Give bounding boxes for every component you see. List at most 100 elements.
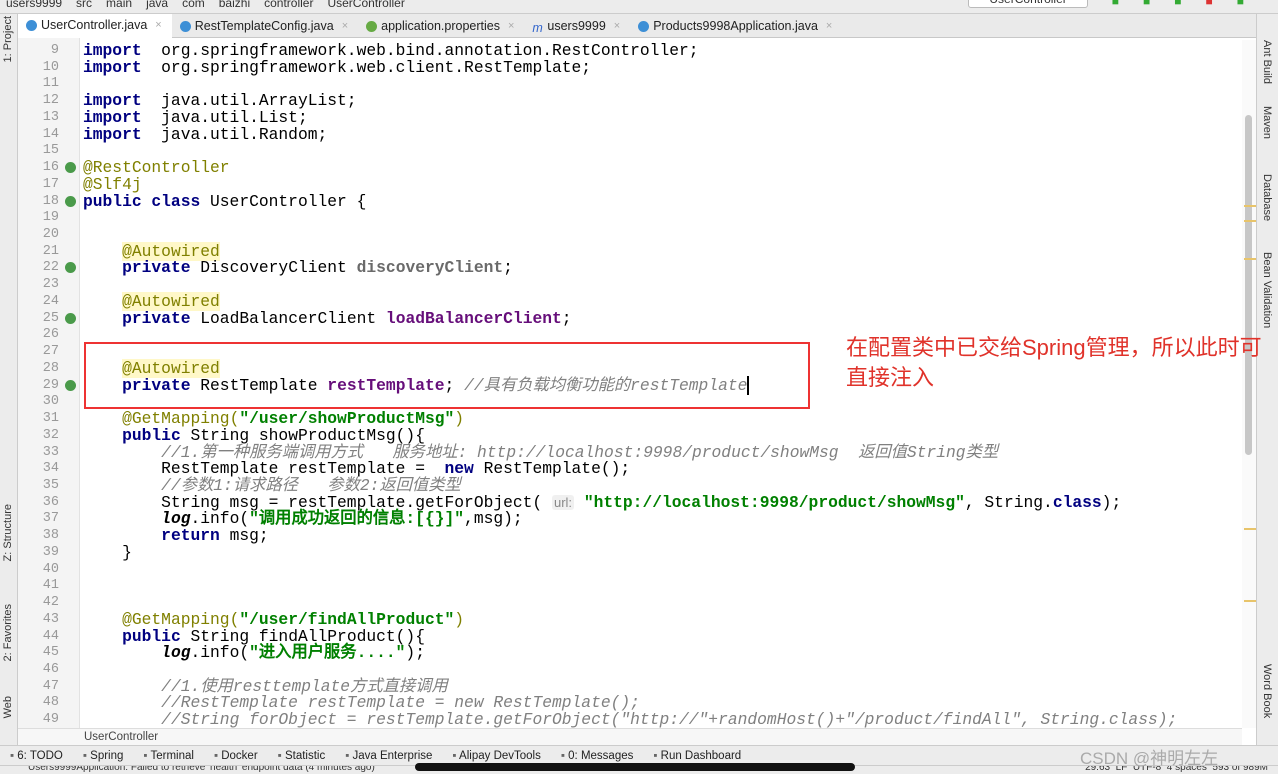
close-tab-icon[interactable]: × bbox=[508, 20, 514, 32]
run-icon[interactable]: ■ bbox=[1112, 0, 1119, 7]
tool-window-bean-validation[interactable]: Bean Validation bbox=[1261, 252, 1273, 328]
coverage-icon[interactable]: ■ bbox=[1174, 0, 1181, 7]
line-number: 24 bbox=[42, 293, 59, 309]
tool-window--project[interactable]: 1: Project bbox=[2, 16, 14, 62]
tab-users9999[interactable]: m users9999 × bbox=[524, 14, 630, 38]
line-number: 23 bbox=[42, 277, 59, 293]
code-breadcrumb[interactable]: UserController bbox=[18, 728, 1242, 745]
line-number: 21 bbox=[42, 243, 59, 259]
tool-window-database[interactable]: Database bbox=[1261, 174, 1273, 221]
code-token: ; bbox=[503, 258, 513, 278]
code-line: public class UserController { bbox=[83, 193, 1241, 210]
search-icon[interactable]: ■ bbox=[1237, 0, 1244, 7]
tab-label: Products9998Application.java bbox=[653, 19, 818, 33]
tool-window-statistic[interactable]: Statistic bbox=[278, 750, 325, 762]
scrollbar-thumb[interactable] bbox=[1245, 115, 1252, 455]
breadcrumb-item[interactable]: main bbox=[106, 0, 132, 10]
tab-label: RestTemplateConfig.java bbox=[194, 19, 334, 33]
annotation-note: 在配置类中已交给Spring管理，所以此时可直接注入 bbox=[846, 335, 1262, 390]
spring-bean-icon[interactable] bbox=[65, 162, 76, 174]
code-line: //参数1:请求路径 参数2:返回值类型 bbox=[83, 477, 1241, 494]
tool-window-docker[interactable]: Docker bbox=[214, 750, 257, 762]
tool-window-z-structure[interactable]: Z: Structure bbox=[2, 504, 14, 561]
code-line: import java.util.ArrayList; bbox=[83, 92, 1241, 109]
tab-label: users9999 bbox=[547, 19, 606, 33]
tool-window-spring[interactable]: Spring bbox=[83, 750, 123, 762]
close-tab-icon[interactable]: × bbox=[342, 20, 348, 32]
run-config-select[interactable]: UserController bbox=[968, 0, 1088, 8]
close-tab-icon[interactable]: × bbox=[614, 20, 620, 32]
line-number: 31 bbox=[42, 411, 59, 427]
line-number: 15 bbox=[42, 143, 59, 159]
code-token: } bbox=[83, 542, 132, 562]
code-token: "进入用户服务...." bbox=[249, 643, 406, 663]
code-token: import bbox=[83, 124, 142, 144]
spring-bean-icon[interactable] bbox=[65, 262, 76, 274]
breadcrumb-item[interactable]: UserController bbox=[327, 0, 404, 10]
maven-icon: m bbox=[532, 20, 543, 35]
spring-bean-icon[interactable] bbox=[65, 195, 76, 207]
watermark: CSDN @神明左左 bbox=[1080, 749, 1219, 768]
line-number: 26 bbox=[42, 327, 59, 343]
warning-marker[interactable] bbox=[1244, 220, 1256, 222]
tool-window-word-book[interactable]: Word Book bbox=[1261, 664, 1273, 718]
code-line: public String findAllProduct(){ bbox=[83, 628, 1241, 645]
memory-indicator[interactable]: 593 of 989M bbox=[1212, 766, 1268, 773]
tool-window-ant-build[interactable]: Ant Build bbox=[1261, 40, 1273, 84]
tool-window-terminal[interactable]: Terminal bbox=[143, 750, 193, 762]
code-token: RestTemplate(); bbox=[473, 459, 631, 479]
line-number: 10 bbox=[42, 59, 59, 75]
tab-resttemplateconfig-java[interactable]: RestTemplateConfig.java × bbox=[172, 14, 358, 38]
tool-window-0-messages[interactable]: 0: Messages bbox=[561, 750, 633, 762]
line-number: 11 bbox=[42, 76, 59, 92]
close-tab-icon[interactable]: × bbox=[826, 20, 832, 32]
close-tab-icon[interactable]: × bbox=[155, 19, 161, 31]
line-number: 27 bbox=[42, 344, 59, 360]
code-line: import java.util.Random; bbox=[83, 126, 1241, 143]
code-line: @GetMapping("/user/findAllProduct") bbox=[83, 611, 1241, 628]
code-line: @RestController bbox=[83, 159, 1241, 176]
warning-marker[interactable] bbox=[1244, 528, 1256, 530]
breadcrumb-item[interactable]: baizhi bbox=[219, 0, 250, 10]
tool-window-run-dashboard[interactable]: Run Dashboard bbox=[653, 750, 742, 762]
breadcrumb-item[interactable]: src bbox=[76, 0, 92, 10]
breadcrumb-item[interactable]: com bbox=[182, 0, 205, 10]
debug-icon[interactable]: ■ bbox=[1143, 0, 1150, 7]
editor-gutter: 9 10 11 12 13 14 15 16 17 18 19 20 21 22 23 24 25 26 27 28 2… bbox=[18, 38, 80, 728]
tool-window-web[interactable]: Web bbox=[2, 696, 14, 718]
breadcrumb-item[interactable]: java bbox=[146, 0, 168, 10]
code-token: msg; bbox=[219, 526, 269, 546]
code-line: import org.springframework.web.client.Re… bbox=[83, 59, 1241, 76]
tool-window--favorites[interactable]: 2: Favorites bbox=[2, 604, 14, 661]
tool-window-maven[interactable]: Maven bbox=[1261, 106, 1273, 139]
breadcrumb-item[interactable]: users9999 bbox=[6, 0, 62, 10]
tab-application-properties[interactable]: application.properties × bbox=[358, 14, 524, 38]
code-line: //RestTemplate restTemplate = new RestTe… bbox=[83, 694, 1241, 711]
tool-window-alipay-devtools[interactable]: Alipay DevTools bbox=[452, 750, 541, 762]
tab-products9998application-java[interactable]: Products9998Application.java × bbox=[630, 14, 842, 38]
line-number: 22 bbox=[42, 260, 59, 276]
code-token: ,msg); bbox=[464, 509, 523, 529]
tool-window-java-enterprise[interactable]: Java Enterprise bbox=[345, 750, 433, 762]
status-message[interactable]: Users9999Application: Failed to retrieve… bbox=[28, 766, 375, 773]
spring-bean-icon[interactable] bbox=[65, 312, 76, 324]
warning-marker[interactable] bbox=[1244, 205, 1256, 207]
code-token: log bbox=[161, 643, 191, 663]
tab-usercontroller-java[interactable]: UserController.java × bbox=[18, 14, 172, 38]
code-line: log.info("进入用户服务...."); bbox=[83, 644, 1241, 661]
stop-icon[interactable]: ■ bbox=[1206, 0, 1213, 7]
warning-marker[interactable] bbox=[1244, 600, 1256, 602]
tool-window-6-todo[interactable]: 6: TODO bbox=[10, 750, 63, 762]
code-token: private bbox=[122, 258, 191, 278]
code-line: private DiscoveryClient discoveryClient; bbox=[83, 259, 1241, 276]
warning-marker[interactable] bbox=[1244, 258, 1256, 260]
spring-boot-class-icon bbox=[638, 20, 650, 32]
line-number: 49 bbox=[42, 712, 59, 728]
breadcrumb-item[interactable]: controller bbox=[264, 0, 313, 10]
code-token: import bbox=[83, 57, 142, 77]
video-progress-overlay bbox=[415, 763, 855, 771]
spring-bean-icon[interactable] bbox=[65, 379, 76, 391]
